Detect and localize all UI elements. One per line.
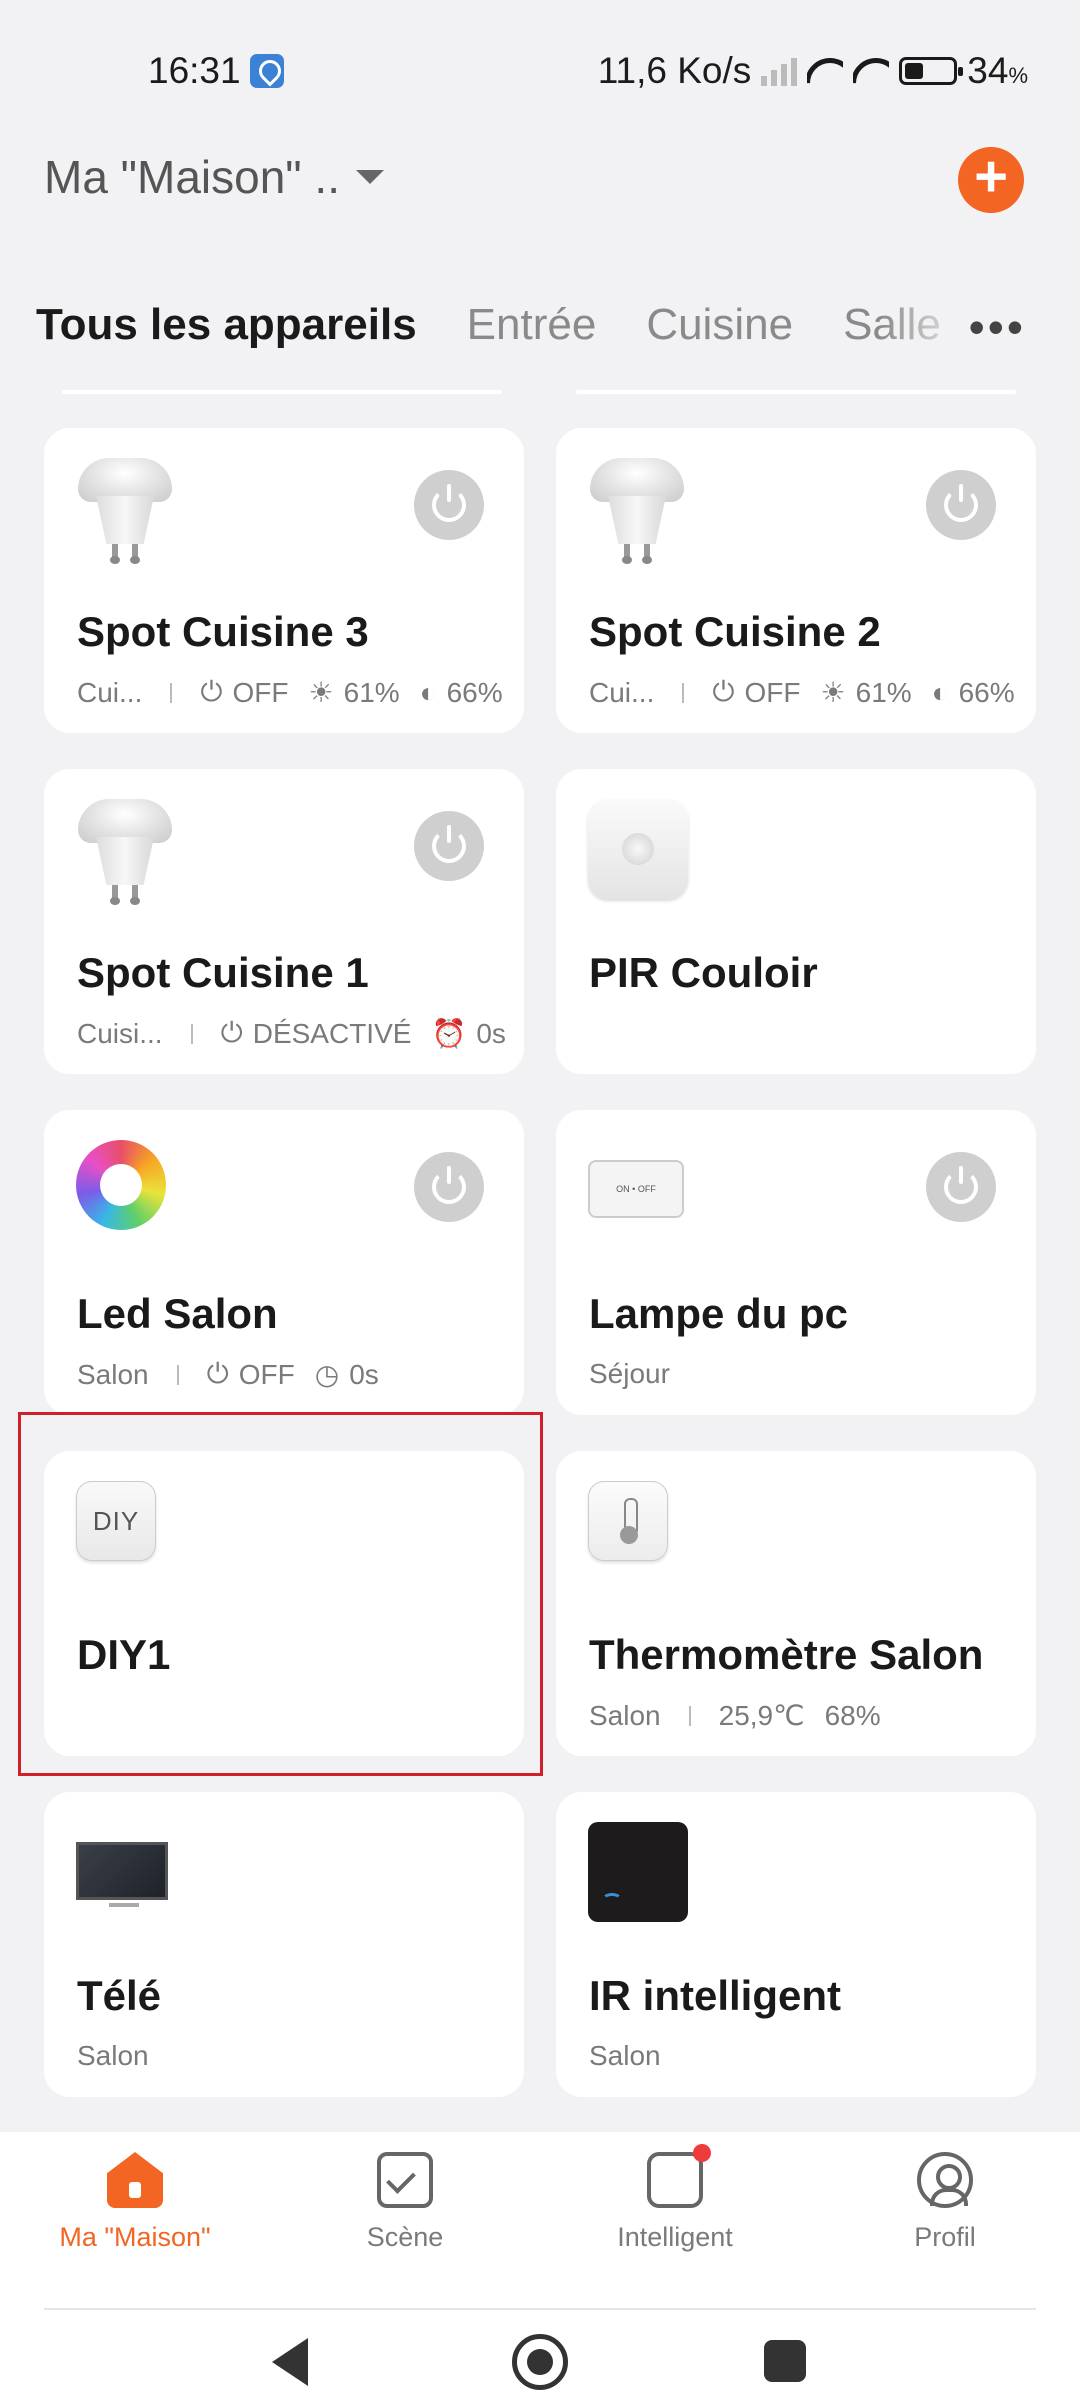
nav-profile[interactable]: Profil xyxy=(810,2152,1080,2253)
nav-label: Profil xyxy=(914,2222,976,2252)
home-button-icon[interactable] xyxy=(512,2334,568,2390)
nav-label: Intelligent xyxy=(617,2222,733,2252)
selection-highlight xyxy=(18,1412,543,1776)
device-name: Led Salon xyxy=(77,1290,278,1337)
device-card-ir-intelligent[interactable]: IR intelligent Salon xyxy=(556,1792,1036,2097)
nav-label: Ma "Maison" xyxy=(59,2222,211,2252)
tab-entree[interactable]: Entrée xyxy=(467,300,597,350)
power-icon xyxy=(432,825,466,863)
nav-label: Scène xyxy=(366,2222,444,2252)
status-bar: 16:31 11,6 Ko/s 34% xyxy=(0,0,1080,140)
bulb-icon xyxy=(76,799,176,905)
power-button[interactable] xyxy=(414,1152,484,1222)
status-time: 16:31 xyxy=(148,50,241,91)
power-icon xyxy=(944,484,978,522)
power-button[interactable] xyxy=(926,1152,996,1222)
device-card-tele[interactable]: Télé Salon xyxy=(44,1792,524,2097)
led-strip-icon xyxy=(76,1140,176,1240)
power-state-icon: ⏻ xyxy=(200,676,223,707)
power-state-icon: ⏻ xyxy=(220,1017,243,1048)
nav-divider xyxy=(44,2308,1036,2310)
power-state-icon: ⏻ xyxy=(206,1358,229,1389)
device-card-spot-cuisine-1[interactable]: Spot Cuisine 1 Cuisi... ⏻ DÉSACTIVÉ ⏰ 0s xyxy=(44,769,524,1074)
tv-icon xyxy=(76,1822,176,1922)
device-name: Thermomètre Salon xyxy=(589,1631,984,1678)
thermometer-icon xyxy=(588,1481,688,1581)
power-icon xyxy=(432,1166,466,1204)
smart-switch-icon: ON • OFF xyxy=(588,1140,688,1240)
power-state-icon: ⏻ xyxy=(712,676,735,707)
device-card-spot-cuisine-2[interactable]: Spot Cuisine 2 Cui... ⏻ OFF ☀ 61% ◐ 66% xyxy=(556,428,1036,733)
device-name: PIR Couloir xyxy=(589,949,818,996)
brightness-icon: ☀ xyxy=(820,677,846,708)
motion-sensor-icon xyxy=(588,799,688,899)
power-icon xyxy=(944,1166,978,1204)
device-name: Télé xyxy=(77,1972,162,2019)
room-tabs: Tous les appareils Entrée Cuisine Salle xyxy=(36,290,1016,360)
scene-check-icon xyxy=(377,2152,433,2208)
nav-scene[interactable]: Scène xyxy=(270,2152,540,2253)
device-status: Salon xyxy=(77,2040,149,2071)
device-card-thermometre-salon[interactable]: Thermomètre Salon Salon 25,9℃ 68% xyxy=(556,1451,1036,1756)
device-card-lampe-du-pc[interactable]: ON • OFF Lampe du pc Séjour xyxy=(556,1110,1036,1415)
add-device-button[interactable]: + xyxy=(958,147,1024,213)
home-selector[interactable]: Ma "Maison" .. xyxy=(44,150,384,204)
more-tabs-icon[interactable]: ••• xyxy=(954,300,1026,354)
device-name: Spot Cuisine 1 xyxy=(77,949,369,996)
bulb-icon xyxy=(76,458,176,564)
device-name: Lampe du pc xyxy=(589,1290,849,1337)
device-status: Salon ⏻ OFF ◷ 0s xyxy=(77,1358,379,1390)
brightness-icon: ☀ xyxy=(308,677,334,708)
profile-icon xyxy=(917,2152,973,2208)
alarm-clock-icon: ⏰ xyxy=(431,1018,467,1049)
tab-all-devices[interactable]: Tous les appareils xyxy=(36,300,417,350)
plus-icon: + xyxy=(974,144,1008,209)
power-button[interactable] xyxy=(414,811,484,881)
system-navigation xyxy=(0,2332,1080,2396)
ir-remote-icon xyxy=(588,1822,688,1922)
status-right: 11,6 Ko/s 34% xyxy=(598,50,1028,92)
bottom-nav: Ma "Maison" Scène Intelligent Profil xyxy=(0,2144,1080,2253)
hotspot-icon xyxy=(807,56,843,86)
battery-icon xyxy=(899,57,964,85)
device-status: Cuisi... ⏻ DÉSACTIVÉ ⏰ 0s xyxy=(77,1017,506,1049)
back-icon[interactable] xyxy=(272,2338,308,2386)
device-status: Séjour xyxy=(589,1358,670,1389)
network-speed: 11,6 Ko/s xyxy=(597,50,752,91)
previous-card-edge xyxy=(62,390,502,394)
power-button[interactable] xyxy=(926,470,996,540)
nav-home[interactable]: Ma "Maison" xyxy=(0,2152,270,2253)
device-status: Cui... ⏻ OFF ☀ 61% ◐ 66% xyxy=(77,676,503,708)
home-title: Ma "Maison" .. xyxy=(44,151,340,203)
power-icon xyxy=(432,484,466,522)
tab-cuisine[interactable]: Cuisine xyxy=(646,300,793,350)
previous-card-edge xyxy=(576,390,1016,394)
timer-icon: ◷ xyxy=(314,1359,340,1390)
cell-signal-icon xyxy=(761,56,798,86)
smart-cube-icon xyxy=(647,2144,711,2208)
device-name: IR intelligent xyxy=(589,1972,841,2019)
device-name: Spot Cuisine 3 xyxy=(77,608,369,655)
device-status: Cui... ⏻ OFF ☀ 61% ◐ 66% xyxy=(589,676,1015,708)
contrast-icon: ◐ xyxy=(931,676,949,708)
bulb-icon xyxy=(588,458,688,564)
device-card-spot-cuisine-3[interactable]: Spot Cuisine 3 Cui... ⏻ OFF ☀ 61% ◐ 66% xyxy=(44,428,524,733)
nav-intelligent[interactable]: Intelligent xyxy=(540,2144,810,2253)
location-app-icon xyxy=(250,54,284,88)
power-button[interactable] xyxy=(414,470,484,540)
contrast-icon: ◐ xyxy=(419,676,437,708)
device-name: Spot Cuisine 2 xyxy=(589,608,881,655)
recents-icon[interactable] xyxy=(764,2340,806,2382)
battery-level: 34% xyxy=(967,50,1028,91)
device-card-led-salon[interactable]: Led Salon Salon ⏻ OFF ◷ 0s xyxy=(44,1110,524,1415)
wifi-icon xyxy=(853,56,889,86)
device-status: Salon xyxy=(589,2040,661,2071)
bottom-bar: Ma "Maison" Scène Intelligent Profil xyxy=(0,2132,1080,2400)
home-icon xyxy=(107,2152,163,2208)
device-card-pir-couloir[interactable]: PIR Couloir xyxy=(556,769,1036,1074)
dropdown-arrow-icon xyxy=(355,170,384,184)
device-status: Salon 25,9℃ 68% xyxy=(589,1699,881,1732)
